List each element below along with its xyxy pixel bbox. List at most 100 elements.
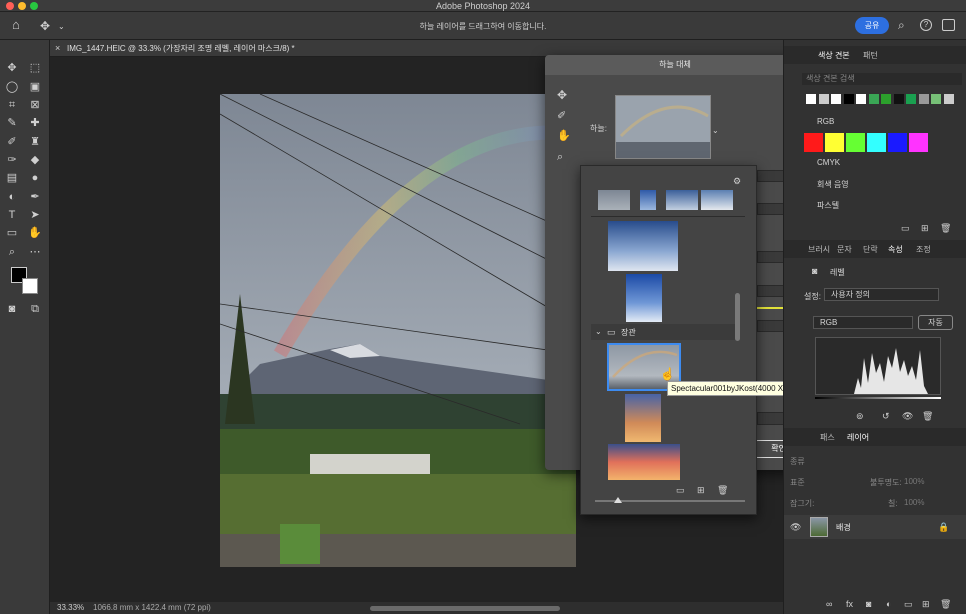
gear-icon[interactable]: ⚙ <box>733 175 741 187</box>
move-icon[interactable]: ✥ <box>4 61 20 75</box>
color-swatch[interactable] <box>804 133 823 152</box>
tab-paragraph[interactable]: 단락 <box>863 244 878 255</box>
visibility-icon[interactable]: ⊚ <box>856 410 864 422</box>
add-icon[interactable]: ⊞ <box>697 484 705 496</box>
tab-swatches[interactable]: 색상 견본 <box>818 50 850 61</box>
layer-kind-filter[interactable]: 종류 <box>790 456 805 467</box>
document-size[interactable]: 1066.8 mm x 1422.4 mm (72 ppi) <box>93 603 211 612</box>
blend-mode-select[interactable]: 표준 <box>790 477 805 488</box>
tab-paths[interactable]: 패스 <box>820 432 835 443</box>
add-icon[interactable]: ⊞ <box>921 222 929 234</box>
zoom-icon[interactable]: ⌕ <box>4 245 20 259</box>
swatch-group-grayscale[interactable]: 회색 음영 <box>817 179 849 190</box>
layer-row[interactable]: 👁 배경 🔒 <box>784 515 966 539</box>
healing-brush-icon[interactable]: ✚ <box>27 116 43 130</box>
eye-icon[interactable]: 👁 <box>790 521 801 533</box>
rectangle-icon[interactable]: ▭ <box>4 226 20 240</box>
color-swatch[interactable] <box>846 133 865 152</box>
help-icon[interactable]: ? <box>920 19 932 31</box>
brush-icon[interactable]: ✐ <box>4 135 20 149</box>
tab-properties[interactable]: 속성 <box>888 244 903 255</box>
swatch-group-cmyk[interactable]: CMYK <box>817 158 840 167</box>
color-swatch[interactable] <box>843 94 854 104</box>
preset-select[interactable]: 사용자 정의 <box>824 288 939 301</box>
sky-thumb[interactable] <box>608 444 680 480</box>
chevron-down-icon[interactable]: ⌄ <box>595 326 602 338</box>
chevron-down-icon[interactable]: ⌄ <box>712 125 719 137</box>
tab-patterns[interactable]: 패턴 <box>863 50 878 61</box>
trash-icon[interactable]: 🗑 <box>717 484 728 496</box>
gradient-icon[interactable]: ▤ <box>4 171 20 185</box>
sky-preview-dropdown[interactable] <box>615 95 711 159</box>
blur-icon[interactable]: ● <box>27 171 43 185</box>
swatch-group-pastel[interactable]: 파스텔 <box>817 200 839 211</box>
recent-sky-thumb[interactable] <box>666 190 698 210</box>
channel-select[interactable]: RGB <box>813 316 913 329</box>
sky-move-tool-icon[interactable]: ✥ <box>557 89 567 101</box>
color-swatch[interactable] <box>888 133 907 152</box>
color-swatch[interactable] <box>909 133 928 152</box>
reset-icon[interactable]: ↺ <box>882 410 890 422</box>
quick-mask-icon[interactable]: ◙ <box>4 302 20 316</box>
screen-mode-icon[interactable]: ⧉ <box>27 302 43 316</box>
color-swatch[interactable] <box>818 94 829 104</box>
clone-stamp-icon[interactable]: ♜ <box>27 135 43 149</box>
trash-icon[interactable]: 🗑 <box>940 222 951 234</box>
folder-row[interactable]: ⌄ ▭ 장관 <box>591 324 736 340</box>
tab-character[interactable]: 문자 <box>837 244 852 255</box>
zoom-icon[interactable]: ⌕ <box>557 151 563 163</box>
recent-sky-thumb[interactable] <box>701 190 733 210</box>
marquee-icon[interactable]: ⬚ <box>27 61 43 75</box>
pen-icon[interactable]: ✒ <box>27 190 43 204</box>
color-swatch[interactable] <box>893 94 904 104</box>
document-image[interactable] <box>220 94 576 567</box>
color-swatch[interactable] <box>831 94 841 104</box>
zoom-level[interactable]: 33.33% <box>57 603 84 612</box>
eraser-icon[interactable]: ◆ <box>27 153 43 167</box>
opacity-field[interactable]: 100% <box>904 477 924 486</box>
color-swatch[interactable] <box>906 94 916 104</box>
link-icon[interactable]: ∞ <box>826 598 832 610</box>
history-brush-icon[interactable]: ✑ <box>4 153 20 167</box>
dodge-icon[interactable]: ◐ <box>4 190 20 204</box>
color-swatch[interactable] <box>943 94 954 104</box>
color-swatch[interactable] <box>806 94 816 104</box>
mask-icon[interactable]: ◙ <box>866 598 871 610</box>
horizontal-scrollbar[interactable] <box>370 606 560 611</box>
type-icon[interactable]: T <box>4 208 20 222</box>
slider-handle[interactable] <box>614 497 622 503</box>
recent-sky-thumb[interactable] <box>640 190 656 210</box>
scrollbar-thumb[interactable] <box>735 293 740 341</box>
share-button[interactable]: 공유 <box>855 17 889 34</box>
crop-icon[interactable]: ⌗ <box>4 98 20 112</box>
fx-icon[interactable]: fx <box>846 598 853 610</box>
close-tab-icon[interactable]: × <box>55 42 60 54</box>
lasso-icon[interactable]: ◯ <box>4 80 20 94</box>
object-select-icon[interactable]: ▣ <box>27 80 43 94</box>
color-swatch[interactable] <box>825 133 844 152</box>
add-icon[interactable]: ⊞ <box>922 598 930 610</box>
auto-button[interactable]: 자동 <box>918 315 953 330</box>
eye-icon[interactable]: 👁 <box>902 410 913 422</box>
workspace-icon[interactable] <box>942 19 955 31</box>
swatch-search-input[interactable]: 색상 견본 검색 <box>802 73 962 85</box>
tab-layers[interactable]: 레이어 <box>847 432 869 443</box>
color-swatch[interactable] <box>868 94 879 104</box>
fill-field[interactable]: 100% <box>904 498 924 507</box>
hand-icon[interactable]: ✋ <box>27 226 43 240</box>
color-slider[interactable] <box>757 307 783 309</box>
tab-brush[interactable]: 브러시 <box>808 244 830 255</box>
trash-icon[interactable]: 🗑 <box>940 598 951 610</box>
color-swatch[interactable] <box>881 94 891 104</box>
hand-icon[interactable]: ✋ <box>557 130 571 142</box>
more-tools-icon[interactable]: ⋯ <box>27 245 43 259</box>
adjustment-icon[interactable]: ◐ <box>886 598 891 610</box>
sky-brush-icon[interactable]: ✐ <box>557 110 566 122</box>
color-swatch[interactable] <box>856 94 866 104</box>
recent-sky-thumb[interactable] <box>598 190 630 210</box>
color-swatch[interactable] <box>867 133 886 152</box>
color-swatch[interactable] <box>931 94 941 104</box>
frame-icon[interactable]: ⊠ <box>27 98 43 112</box>
folder-icon[interactable]: ▭ <box>904 598 913 610</box>
color-swatch[interactable] <box>918 94 929 104</box>
